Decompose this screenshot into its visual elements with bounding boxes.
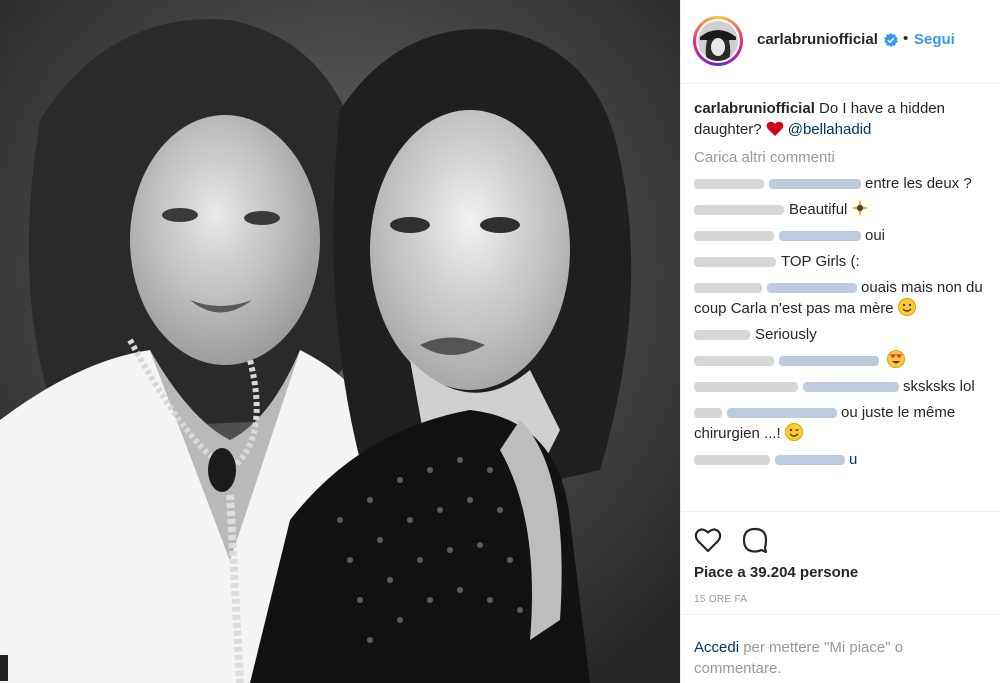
comment-bubble-icon[interactable] [741, 526, 769, 554]
story-ring[interactable] [693, 16, 743, 66]
comment-item: ou juste le même chirurgien ...! [694, 402, 994, 444]
comment-item: Seriously [694, 324, 994, 345]
post-photo[interactable] [0, 0, 680, 683]
blurred-username [694, 179, 764, 190]
post-caption: carlabruniofficial Do I have a hidden da… [694, 98, 994, 140]
blurred-username [694, 231, 774, 242]
header-separator: • [903, 30, 909, 47]
comment-item: TOP Girls (: [694, 251, 994, 272]
comment-item: ouais mais non du coup Carla n'est pas m… [694, 277, 994, 319]
comment-text: oui [865, 227, 886, 244]
follow-button[interactable]: Segui [914, 31, 955, 48]
likes-count[interactable]: Piace a 39.204 persone [694, 564, 858, 581]
header-username[interactable]: carlabruniofficial [757, 31, 878, 48]
comment-text: entre les deux ? [865, 175, 972, 192]
comment-text: TOP Girls (: [781, 253, 860, 270]
wink-emoji-icon [784, 423, 803, 441]
comment-item: oui [694, 225, 994, 246]
photo-corner-mark [0, 655, 8, 681]
caption-mention[interactable]: @bellahadid [788, 121, 872, 138]
comment-text: Seriously [755, 326, 817, 343]
comment-item: u [694, 449, 994, 470]
comment-text: Beautiful [789, 201, 848, 218]
blurred-username [694, 408, 722, 419]
sparkle-emoji-icon [851, 199, 870, 217]
post-header: carlabruniofficial • Segui [681, 0, 1000, 84]
blurred-mention [727, 408, 837, 419]
login-link[interactable]: Accedi [694, 639, 739, 656]
comment-item: sksksks lol [694, 376, 994, 397]
comments-list[interactable]: carlabruniofficial Do I have a hidden da… [694, 98, 994, 510]
blurred-username [694, 257, 776, 268]
blurred-mention [803, 382, 899, 393]
load-more-comments[interactable]: Carica altri commenti [694, 148, 994, 168]
post-sidebar: carlabruniofficial • Segui carlabrunioff… [680, 0, 1000, 683]
comments-fade [694, 493, 994, 510]
blurred-username [694, 205, 784, 216]
blurred-username [694, 455, 770, 466]
blurred-username [694, 283, 762, 294]
blurred-mention [775, 455, 845, 466]
verified-badge-icon [884, 33, 898, 47]
login-prompt: Accedi per mettere "Mi piace" o commenta… [681, 614, 1000, 683]
red-heart-icon [766, 121, 784, 137]
like-heart-icon[interactable] [694, 527, 722, 553]
post-timestamp[interactable]: 15 ORE FA [694, 594, 747, 605]
smile-emoji-icon [897, 298, 916, 316]
comment-item [694, 350, 994, 371]
blurred-username [694, 356, 774, 367]
blurred-username [694, 330, 750, 341]
photo-illustration [0, 0, 680, 683]
comment-item: Beautiful [694, 199, 994, 220]
avatar [698, 21, 738, 61]
comment-item: entre les deux ? [694, 173, 994, 194]
caption-username[interactable]: carlabruniofficial [694, 100, 815, 117]
blurred-username [694, 382, 798, 393]
blurred-mention [779, 231, 861, 242]
login-prompt-text: Accedi per mettere "Mi piace" o commenta… [694, 637, 984, 679]
blurred-mention [767, 283, 857, 294]
heart-eyes-emoji-icon [887, 350, 905, 368]
comment-text: sksksks lol [903, 378, 975, 395]
blurred-mention [779, 356, 879, 367]
blurred-mention [769, 179, 861, 190]
comment-text: u [849, 451, 858, 468]
